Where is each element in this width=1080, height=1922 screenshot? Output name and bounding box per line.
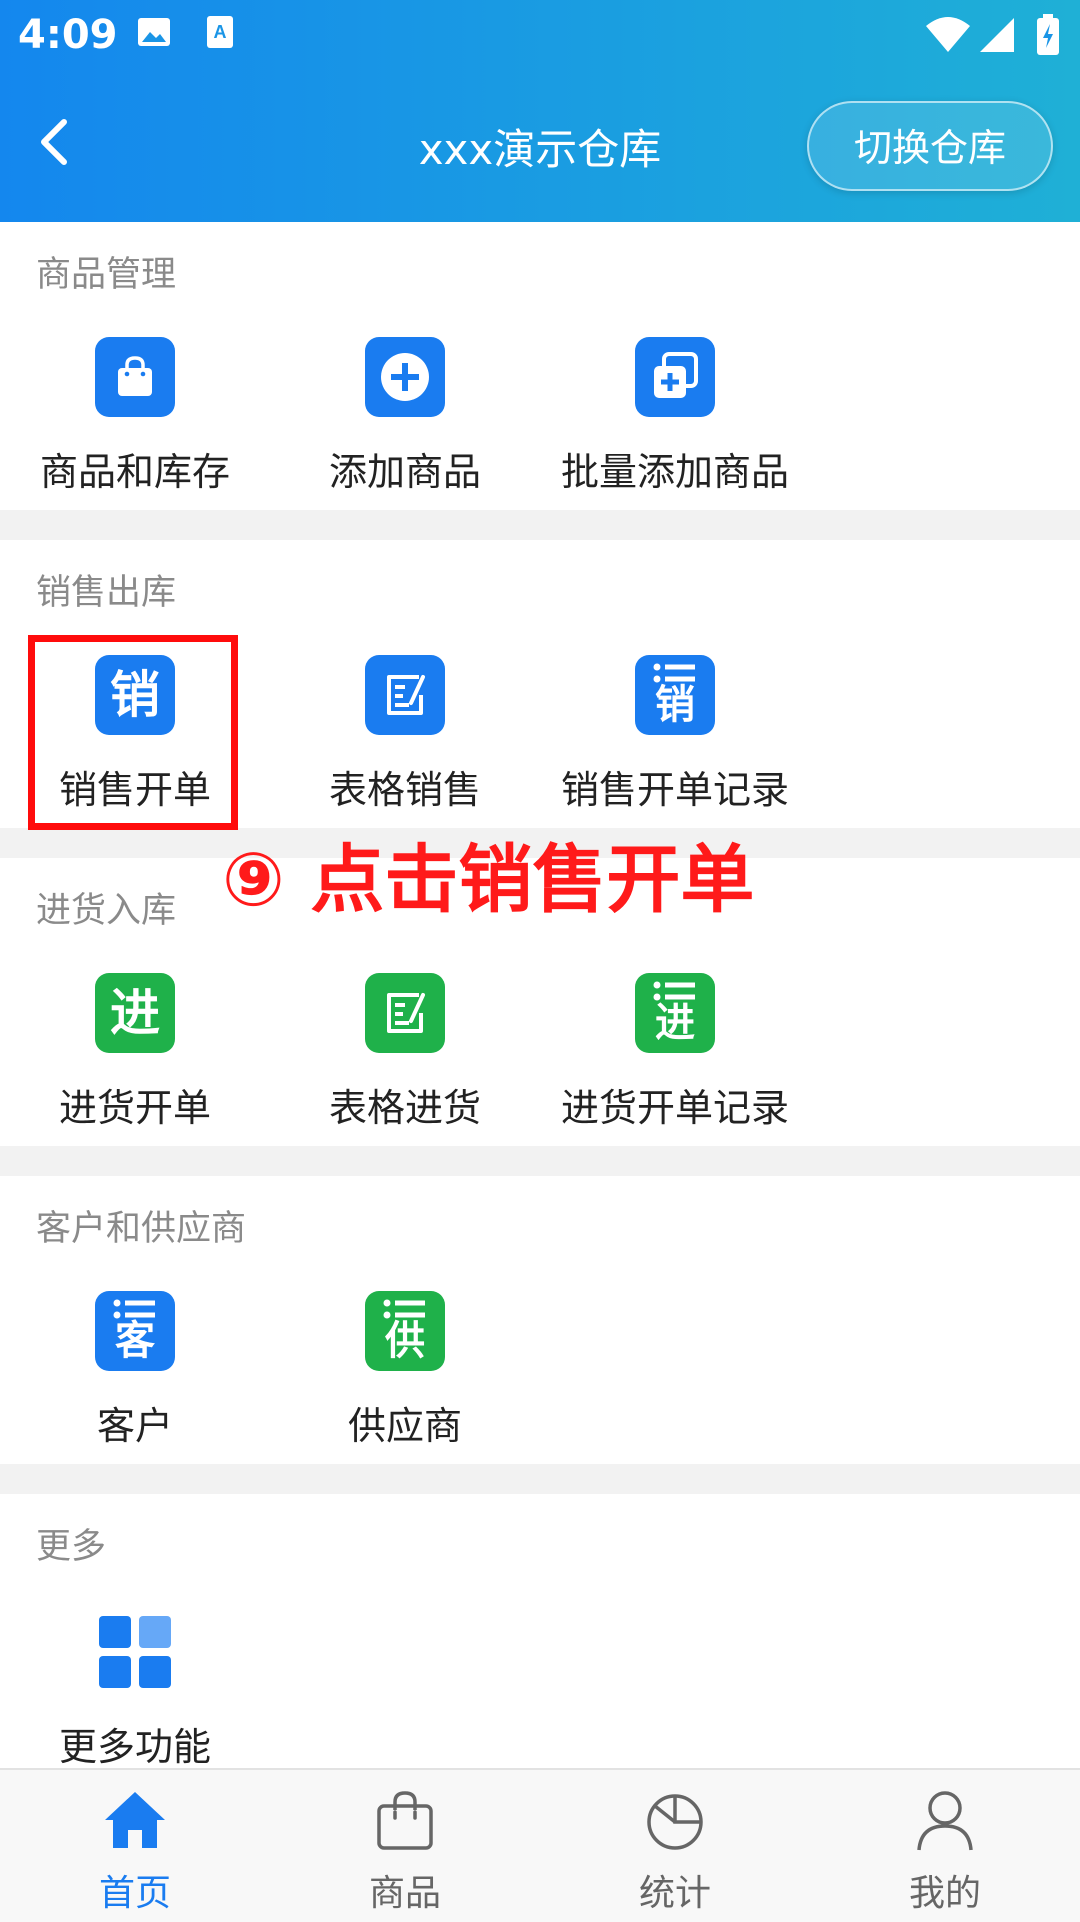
- add-goods-item[interactable]: 添加商品: [270, 337, 540, 497]
- purchase-record-icon: 进: [635, 973, 715, 1053]
- nav-goods[interactable]: 商品: [270, 1770, 540, 1922]
- table-purchase-item[interactable]: 表格进货: [270, 973, 540, 1133]
- item-label: 更多功能: [58, 1725, 211, 1769]
- edit-form-icon: [365, 973, 445, 1053]
- more-section: 更多 更多功能: [0, 1494, 1080, 1769]
- item-label: 表格进货: [328, 1086, 481, 1130]
- nav-label: 商品: [368, 1873, 441, 1914]
- edit-form-icon: [365, 655, 445, 735]
- item-label: 供应商: [347, 1404, 462, 1448]
- nav-label: 首页: [98, 1873, 171, 1914]
- purchase-order-icon: 进: [95, 973, 175, 1053]
- grid-icon: [95, 1612, 175, 1692]
- supplier-item[interactable]: 供 供应商: [270, 1291, 540, 1451]
- section-title: 销售出库: [36, 573, 177, 613]
- item-label: 客户: [96, 1404, 173, 1448]
- nav-label: 统计: [638, 1873, 711, 1914]
- item-label: 进货开单: [58, 1086, 211, 1130]
- item-label: 商品和库存: [39, 450, 230, 494]
- signal-icon: [980, 18, 1014, 52]
- section-title: 客户和供应商: [36, 1209, 247, 1249]
- shopping-bag-icon: [95, 337, 175, 417]
- goods-section: 商品管理 商品和库存 添加商品 批量添加商品: [0, 222, 1080, 510]
- text-recognition-icon: A: [207, 16, 233, 48]
- sales-record-item[interactable]: 销 销售开单记录: [540, 655, 810, 815]
- sales-record-icon: 销: [635, 655, 715, 735]
- icon-char: 客: [115, 1318, 155, 1364]
- goods-inventory-item[interactable]: 商品和库存: [0, 337, 270, 497]
- section-title: 更多: [36, 1527, 107, 1567]
- home-icon: [105, 1792, 165, 1848]
- item-label: 添加商品: [328, 450, 481, 494]
- pie-chart-icon: [647, 1794, 703, 1850]
- nav-label: 我的: [908, 1873, 981, 1914]
- customer-item[interactable]: 客 客户: [0, 1291, 270, 1451]
- shopping-bag-icon: [377, 1791, 433, 1850]
- image-icon: [138, 18, 170, 46]
- item-label: 表格销售: [328, 768, 481, 812]
- icon-char: 供: [385, 1318, 425, 1364]
- icon-char: 进: [110, 984, 160, 1042]
- wifi-icon: [926, 17, 970, 52]
- app-header: 4:09 A xxx演示仓库 切换仓库: [0, 0, 1080, 222]
- section-title: 进货入库: [36, 891, 177, 931]
- nav-stats[interactable]: 统计: [540, 1770, 810, 1922]
- batch-add-icon: [635, 337, 715, 417]
- nav-home[interactable]: 首页: [0, 1770, 270, 1922]
- icon-char: 进: [655, 1000, 695, 1046]
- purchase-record-item[interactable]: 进 进货开单记录: [540, 973, 810, 1133]
- item-label: 销售开单记录: [560, 768, 789, 812]
- batch-add-goods-item[interactable]: 批量添加商品: [540, 337, 810, 497]
- table-sales-item[interactable]: 表格销售: [270, 655, 540, 815]
- switch-warehouse-button[interactable]: 切换仓库: [807, 101, 1053, 191]
- status-time: 4:09: [18, 12, 118, 58]
- bottom-nav: 首页 商品 统计 我的: [0, 1768, 1080, 1922]
- supplier-icon: 供: [365, 1291, 445, 1371]
- partners-section: 客户和供应商 客 客户 供 供应商: [0, 1176, 1080, 1464]
- plus-circle-icon: [365, 337, 445, 417]
- item-label: 批量添加商品: [560, 450, 789, 494]
- battery-icon: [1037, 14, 1059, 55]
- purchase-order-item[interactable]: 进 进货开单: [0, 973, 270, 1133]
- item-label: 进货开单记录: [560, 1086, 789, 1130]
- annotation-text: ⑨ 点击销售开单: [222, 837, 755, 923]
- user-icon: [917, 1791, 973, 1851]
- more-functions-item[interactable]: 更多功能: [0, 1612, 270, 1769]
- nav-mine[interactable]: 我的: [810, 1770, 1080, 1922]
- customer-icon: 客: [95, 1291, 175, 1371]
- section-title: 商品管理: [36, 255, 177, 295]
- icon-char: 销: [655, 682, 695, 728]
- annotation-highlight-box: [28, 635, 238, 830]
- svg-text:A: A: [214, 22, 227, 42]
